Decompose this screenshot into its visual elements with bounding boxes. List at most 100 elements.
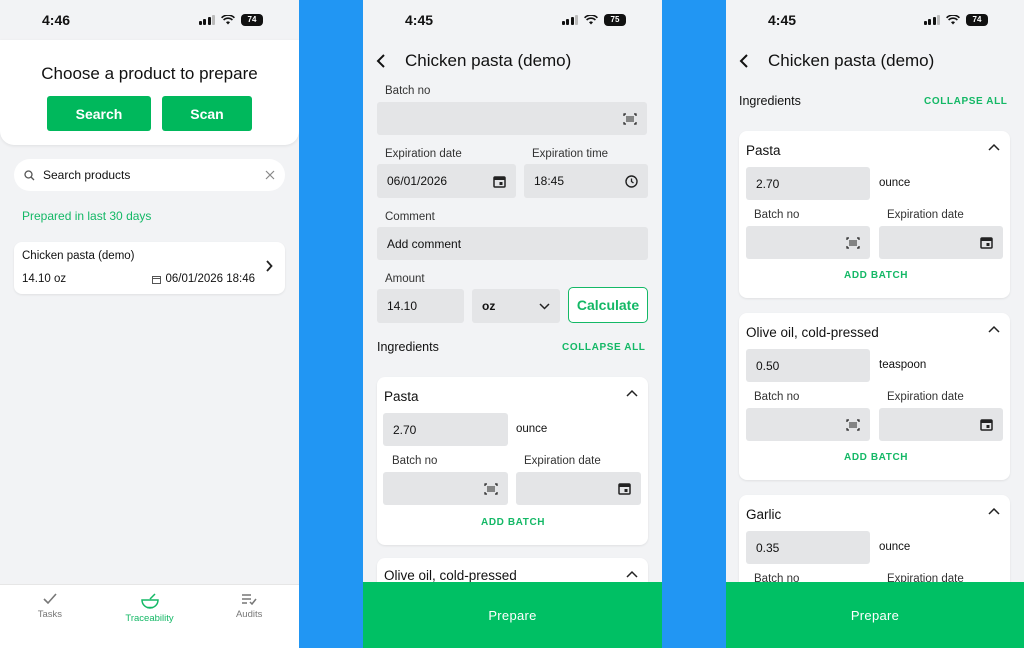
status-bar: 4:45 74 xyxy=(726,0,1024,40)
ingredient-unit: ounce xyxy=(516,423,548,435)
unit-value: oz xyxy=(482,299,496,313)
ingredient-qty-input[interactable]: 0.35 xyxy=(746,531,870,564)
back-arrow-icon[interactable] xyxy=(736,54,752,68)
expiration-time-label: Expiration time xyxy=(532,148,609,160)
header: Chicken pasta (demo) xyxy=(363,40,662,82)
chevron-down-icon xyxy=(539,302,550,310)
batch-label: Batch no xyxy=(385,85,431,97)
product-datetime: 06/01/2026 18:46 xyxy=(152,273,255,285)
barcode-scan-icon[interactable] xyxy=(846,236,860,249)
expiration-date-value: 06/01/2026 xyxy=(387,174,448,188)
tab-label: Tasks xyxy=(37,609,62,620)
ingredient-unit: ounce xyxy=(879,177,911,189)
status-time: 4:46 xyxy=(42,12,71,28)
ingredient-batch-input[interactable] xyxy=(383,472,508,505)
signal-icon xyxy=(561,15,578,25)
tab-bar: Tasks Traceability Audits xyxy=(0,584,299,648)
barcode-scan-icon[interactable] xyxy=(846,418,860,431)
comment-label: Comment xyxy=(385,211,435,223)
ingredient-qty: 2.70 xyxy=(756,176,780,191)
bowl-icon xyxy=(140,593,159,609)
tab-label: Traceability xyxy=(125,613,174,624)
collapse-all-link[interactable]: COLLAPSE ALL xyxy=(562,342,646,353)
expiration-date-label: Expiration date xyxy=(524,455,601,467)
ingredient-qty-input[interactable]: 2.70 xyxy=(746,167,870,200)
calendar-icon xyxy=(493,175,506,188)
calculate-button[interactable]: Calculate xyxy=(568,287,648,323)
chevron-up-icon[interactable] xyxy=(626,570,638,578)
batch-label: Batch no xyxy=(754,391,800,403)
ingredient-card: Pasta 2.70 ounce Batch no Expiration dat… xyxy=(377,377,648,545)
wifi-icon xyxy=(946,15,960,25)
recent-label: Prepared in last 30 days xyxy=(22,209,152,223)
ingredient-unit: ounce xyxy=(879,541,911,553)
tab-label: Audits xyxy=(235,609,263,620)
search-button[interactable]: Search xyxy=(47,96,151,131)
back-arrow-icon[interactable] xyxy=(373,54,389,68)
status-bar: 4:46 74 xyxy=(0,0,299,40)
chevron-up-icon[interactable] xyxy=(626,389,638,397)
ingredient-name: Olive oil, cold-pressed xyxy=(746,325,879,340)
product-list-item[interactable]: Chicken pasta (demo) 14.10 oz 06/01/2026… xyxy=(14,242,285,294)
prepare-button[interactable]: Prepare xyxy=(726,582,1024,648)
status-time: 4:45 xyxy=(768,12,797,28)
product-amount: 14.10 oz xyxy=(22,273,67,285)
batch-input[interactable] xyxy=(377,102,647,135)
unit-select[interactable]: oz xyxy=(472,289,560,323)
search-placeholder: Search products xyxy=(43,168,131,182)
chevron-up-icon[interactable] xyxy=(988,325,1000,333)
expiration-date-label: Expiration date xyxy=(887,391,964,403)
collapse-all-link[interactable]: COLLAPSE ALL xyxy=(924,96,1008,107)
ingredient-expiration-input[interactable] xyxy=(879,226,1003,259)
search-icon xyxy=(24,169,35,180)
screen-prepare-form: 4:45 75 Chicken pasta (demo) Batch no Ex… xyxy=(363,0,662,648)
page-title: Chicken pasta (demo) xyxy=(768,51,935,70)
check-icon xyxy=(43,593,57,605)
wifi-icon xyxy=(221,15,235,25)
prepare-button[interactable]: Prepare xyxy=(363,582,662,648)
amount-input[interactable]: 14.10 xyxy=(377,289,464,323)
tab-tasks[interactable]: Tasks xyxy=(0,585,100,648)
ingredient-unit: teaspoon xyxy=(879,359,927,371)
comment-input[interactable]: Add comment xyxy=(377,227,648,260)
add-batch-link[interactable]: ADD BATCH xyxy=(844,270,908,281)
battery-icon: 74 xyxy=(241,14,263,26)
ingredient-batch-input[interactable] xyxy=(746,226,870,259)
batch-label: Batch no xyxy=(754,209,800,221)
tab-audits[interactable]: Audits xyxy=(199,585,299,648)
chevron-up-icon[interactable] xyxy=(988,507,1000,515)
clear-icon[interactable] xyxy=(265,170,275,180)
tab-traceability[interactable]: Traceability xyxy=(100,585,200,648)
comment-placeholder: Add comment xyxy=(387,236,462,251)
ingredient-qty-input[interactable]: 2.70 xyxy=(383,413,508,446)
scan-button[interactable]: Scan xyxy=(162,96,252,131)
batch-label: Batch no xyxy=(392,455,438,467)
signal-icon xyxy=(198,15,215,25)
signal-icon xyxy=(923,15,940,25)
wifi-icon xyxy=(584,15,598,25)
ingredient-qty-input[interactable]: 0.50 xyxy=(746,349,870,382)
ingredient-card: Pasta 2.70 ounce Batch no Expiration dat… xyxy=(739,131,1010,298)
ingredient-expiration-input[interactable] xyxy=(516,472,641,505)
expiration-date-label: Expiration date xyxy=(385,148,462,160)
expiration-time-value: 18:45 xyxy=(534,174,565,188)
add-batch-link[interactable]: ADD BATCH xyxy=(844,452,908,463)
barcode-scan-icon[interactable] xyxy=(484,482,498,495)
product-datetime-text: 06/01/2026 18:46 xyxy=(165,273,255,285)
ingredient-qty: 2.70 xyxy=(393,422,417,437)
ingredient-name: Garlic xyxy=(746,507,782,522)
search-input[interactable]: Search products xyxy=(14,159,285,191)
barcode-scan-icon[interactable] xyxy=(623,112,637,125)
amount-label: Amount xyxy=(385,273,425,285)
add-batch-link[interactable]: ADD BATCH xyxy=(481,517,545,528)
chevron-up-icon[interactable] xyxy=(988,143,1000,151)
expiration-time-field[interactable]: 18:45 xyxy=(524,164,648,198)
clock-icon xyxy=(625,174,638,188)
page-title: Choose a product to prepare xyxy=(41,64,258,83)
ingredient-name: Pasta xyxy=(746,143,781,158)
ingredient-expiration-input[interactable] xyxy=(879,408,1003,441)
list-check-icon xyxy=(242,594,257,605)
ingredient-batch-input[interactable] xyxy=(746,408,870,441)
status-bar: 4:45 75 xyxy=(363,0,662,40)
expiration-date-field[interactable]: 06/01/2026 xyxy=(377,164,516,198)
